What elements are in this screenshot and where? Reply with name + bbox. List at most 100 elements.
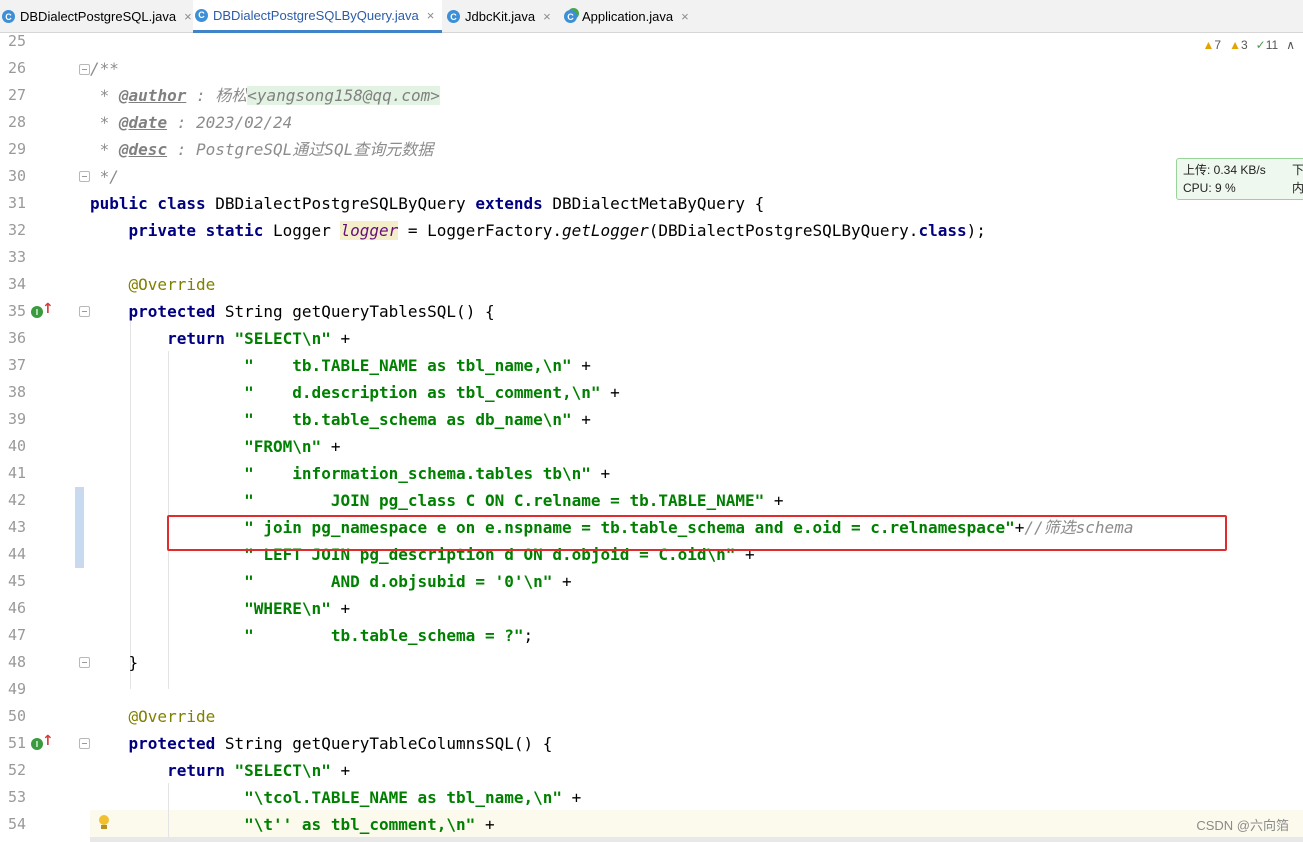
keyword: return: [90, 329, 225, 348]
tab-label: JdbcKit.java: [465, 9, 536, 24]
fold-icon[interactable]: [79, 738, 90, 749]
editor-gutter: 25 26 27 28 29 30 31 32 33 34 35 36 37 3…: [0, 32, 90, 842]
doc-comment: /**: [90, 59, 119, 78]
highlight-box: [167, 515, 1227, 551]
tab-label: DBDialectPostgreSQL.java: [20, 9, 177, 24]
horizontal-scrollbar[interactable]: [90, 837, 1303, 842]
line-number: 31: [7, 194, 26, 212]
string-literal: " tb.table_schema as db_name\n": [90, 410, 572, 429]
operator: ;: [523, 626, 534, 645]
method-name: getLogger: [562, 221, 649, 240]
code-line-41: " information_schema.tables tb\n" +: [90, 460, 610, 487]
code-line-35: protected String getQueryTablesSQL() {: [90, 298, 495, 325]
string-literal: " AND d.objsubid = '0'\n": [90, 572, 553, 591]
line-number: 27: [7, 86, 26, 104]
code-line-54: "\t'' as tbl_comment,\n" +: [90, 811, 495, 838]
tab-dbdialectpostgresql[interactable]: C DBDialectPostgreSQL.java ×: [0, 0, 192, 33]
doc-comment: : 杨松: [186, 86, 248, 105]
code-line-27: * @author : 杨松<yangsong158@qq.com>: [90, 82, 440, 109]
override-method-icon[interactable]: I ↑: [31, 733, 54, 752]
operator: +: [590, 464, 611, 483]
memory-usage-clipped: 内: [1292, 181, 1303, 195]
doc-comment: : PostgreSQL通过SQL查询元数据: [167, 140, 434, 159]
line-number: 28: [7, 113, 26, 131]
tab-dbdialectpostgresqlbyquery[interactable]: C DBDialectPostgreSQLByQuery.java ×: [193, 0, 442, 33]
weak-warning-icon: ▲: [1229, 38, 1241, 52]
editor-tab-bar: C DBDialectPostgreSQL.java × C DBDialect…: [0, 0, 1303, 33]
string-literal: "WHERE\n": [90, 599, 331, 618]
operator: +: [562, 788, 582, 807]
code-line-53: "\tcol.TABLE_NAME as tbl_name,\n" +: [90, 784, 581, 811]
operator: +: [475, 815, 495, 834]
code-text: (DBDialectPostgreSQLByQuery.: [648, 221, 919, 240]
runnable-class-icon: C: [564, 10, 577, 23]
line-number: 48: [7, 653, 26, 671]
line-number: 52: [7, 761, 26, 779]
operator: +: [330, 329, 351, 348]
code-line-45: " AND d.objsubid = '0'\n" +: [90, 568, 572, 595]
line-number: 42: [7, 491, 26, 509]
code-text: String getQueryTableColumnsSQL() {: [215, 734, 553, 753]
close-icon[interactable]: ×: [681, 9, 689, 24]
line-number: 44: [7, 545, 26, 563]
weak-warning-count[interactable]: ▲3: [1229, 38, 1248, 52]
code-line-30: */: [90, 163, 119, 190]
keyword: protected: [90, 734, 216, 753]
email-text: <yangsong158@qq.com>: [247, 86, 440, 105]
network-monitor-widget: 上传: 0.34 KB/s CPU: 9 % 下 内: [1176, 158, 1303, 200]
code-line-42: " JOIN pg_class C ON C.relname = tb.TABL…: [90, 487, 783, 514]
fold-icon[interactable]: [79, 171, 90, 182]
line-number: 34: [7, 275, 26, 293]
doc-comment: : 2023/02/24: [167, 113, 293, 132]
code-line-28: * @date : 2023/02/24: [90, 109, 293, 136]
tab-label: Application.java: [582, 9, 674, 24]
string-literal: " JOIN pg_class C ON C.relname = tb.TABL…: [90, 491, 765, 510]
line-number: 51: [7, 734, 26, 752]
code-line-32: private static Logger logger = LoggerFac…: [90, 217, 986, 244]
doc-comment: *: [90, 86, 119, 105]
ok-count[interactable]: ✓11: [1256, 38, 1279, 52]
inspection-widget[interactable]: ▲7 ▲3 ✓11 ∧: [1203, 38, 1295, 52]
fold-icon[interactable]: [79, 657, 90, 668]
javadoc-tag: @author: [118, 86, 187, 105]
code-text: String getQueryTablesSQL() {: [215, 302, 495, 321]
line-number: 41: [7, 464, 26, 482]
keyword: class: [918, 221, 967, 240]
code-line-50: @Override: [90, 703, 216, 730]
ok-count-value: 11: [1265, 38, 1279, 52]
line-number: 38: [7, 383, 26, 401]
watermark: CSDN @六向箔: [1196, 818, 1289, 833]
tab-application[interactable]: C Application.java ×: [562, 0, 702, 33]
close-icon[interactable]: ×: [184, 9, 192, 24]
close-icon[interactable]: ×: [427, 8, 435, 23]
operator: +: [321, 437, 341, 456]
line-number: 39: [7, 410, 26, 428]
code-editor[interactable]: /** * @author : 杨松<yangsong158@qq.com> *…: [90, 33, 1303, 842]
string-literal: " d.description as tbl_comment,\n": [90, 383, 601, 402]
line-number: 30: [7, 167, 26, 185]
line-number: 25: [7, 32, 26, 50]
vcs-change-marker[interactable]: [75, 487, 84, 568]
tab-jdbckit[interactable]: C JdbcKit.java ×: [445, 0, 557, 33]
line-number: 36: [7, 329, 26, 347]
line-number: 26: [7, 59, 26, 77]
class-icon: C: [195, 8, 208, 22]
warning-count-value: 7: [1214, 38, 1222, 52]
operator: +: [571, 356, 591, 375]
code-line-34: @Override: [90, 271, 216, 298]
close-icon[interactable]: ×: [543, 9, 551, 24]
operator: +: [330, 599, 351, 618]
doc-comment: *: [90, 140, 119, 159]
override-method-icon[interactable]: I ↑: [31, 301, 54, 320]
keyword: return: [90, 761, 225, 780]
chevron-up-icon[interactable]: ∧: [1286, 38, 1295, 52]
fold-icon[interactable]: [79, 306, 90, 317]
javadoc-tag: @date: [118, 113, 168, 132]
line-number: 40: [7, 437, 26, 455]
fold-icon[interactable]: [79, 64, 90, 75]
warning-count[interactable]: ▲7: [1203, 38, 1222, 52]
code-line-48: }: [90, 649, 139, 676]
warning-icon: ▲: [1202, 38, 1215, 52]
class-icon: C: [447, 10, 460, 23]
